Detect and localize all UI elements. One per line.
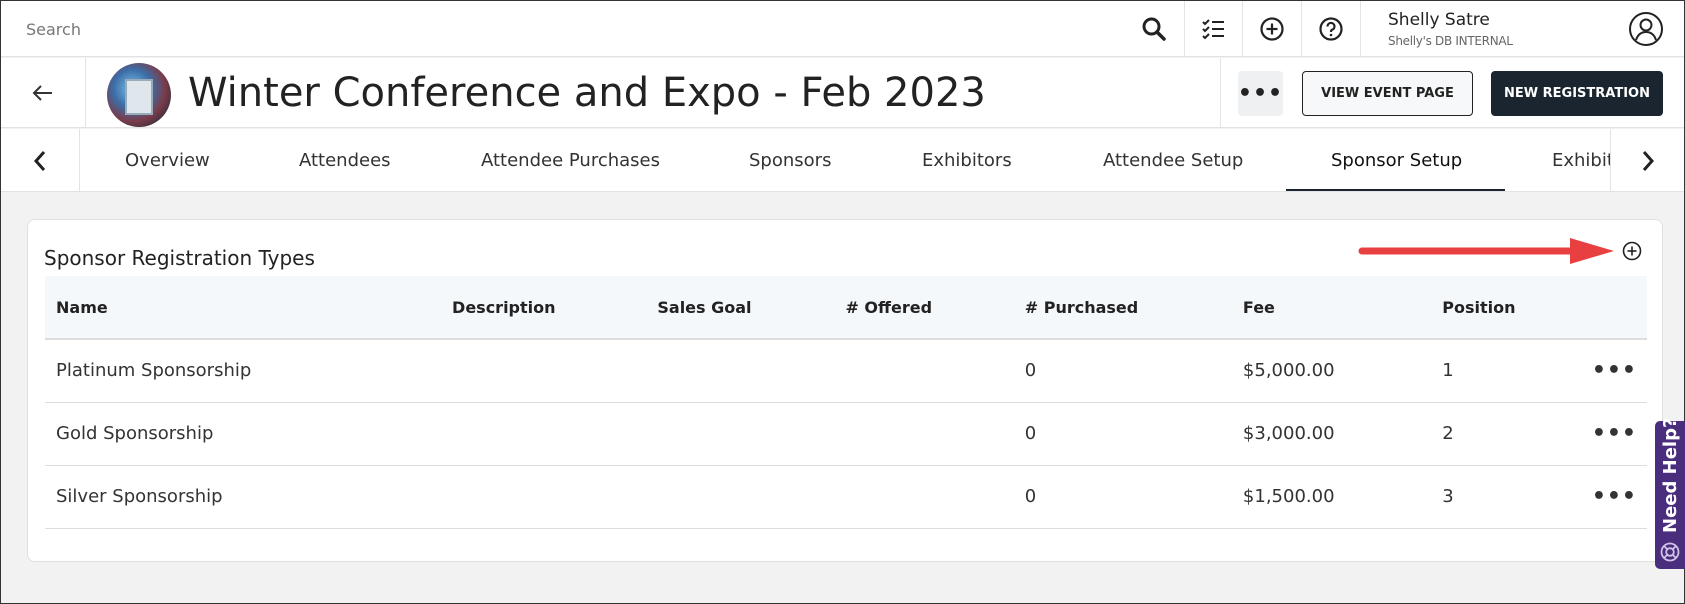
back-button[interactable] [1, 58, 86, 128]
cell-sales-goal [646, 465, 835, 529]
arrow-left-icon [32, 85, 52, 101]
cell-offered [834, 339, 1014, 403]
table-row[interactable]: Platinum Sponsorship 0 $5,000.00 1 ••• [45, 339, 1647, 403]
tab-sponsors[interactable]: Sponsors [749, 150, 831, 171]
tab-overview[interactable]: Overview [125, 150, 210, 171]
lifebuoy-icon [1660, 542, 1680, 562]
user-avatar-icon[interactable] [1628, 11, 1664, 47]
add-circle-icon[interactable] [1256, 13, 1288, 45]
table-row[interactable]: Gold Sponsorship 0 $3,000.00 2 ••• [45, 402, 1647, 466]
column-header-position[interactable]: Position [1431, 276, 1581, 340]
row-more-options-button[interactable]: ••• [1580, 339, 1647, 403]
cell-name[interactable]: Gold Sponsorship [45, 402, 442, 466]
cell-description [441, 465, 647, 529]
tab-bar: Overview Attendees Attendee Purchases Sp… [1, 129, 1684, 192]
cell-purchased: 0 [1013, 402, 1232, 466]
table-row[interactable]: Silver Sponsorship 0 $1,500.00 3 ••• [45, 465, 1647, 529]
help-icon[interactable] [1315, 13, 1347, 45]
column-header-name[interactable]: Name [45, 276, 442, 340]
active-tab-indicator [1286, 189, 1505, 191]
cell-name[interactable]: Silver Sponsorship [45, 465, 442, 529]
tab-attendees[interactable]: Attendees [299, 150, 391, 171]
cell-description [441, 402, 647, 466]
tab-attendee-purchases[interactable]: Attendee Purchases [481, 150, 660, 171]
new-registration-button[interactable]: NEW REGISTRATION [1491, 71, 1663, 116]
cell-purchased: 0 [1013, 465, 1232, 529]
checklist-icon[interactable] [1197, 13, 1229, 45]
search-icon[interactable] [1138, 13, 1170, 45]
view-event-page-button[interactable]: VIEW EVENT PAGE [1302, 71, 1473, 116]
tab-exhibit[interactable]: Exhibit [1552, 150, 1610, 171]
cell-offered [834, 402, 1014, 466]
cell-sales-goal [646, 402, 835, 466]
chevron-left-icon [33, 150, 46, 171]
card-title: Sponsor Registration Types [44, 246, 315, 270]
add-registration-type-icon[interactable] [1621, 240, 1643, 262]
cell-position: 2 [1431, 402, 1581, 466]
row-more-options-button[interactable]: ••• [1580, 465, 1647, 529]
event-logo [107, 63, 171, 127]
column-header-actions [1580, 276, 1647, 340]
row-more-options-button[interactable]: ••• [1580, 402, 1647, 466]
cell-description [441, 339, 647, 403]
sponsor-registration-types-card: Sponsor Registration Types Name Descript… [27, 219, 1663, 562]
more-options-button[interactable]: ••• [1238, 71, 1283, 116]
annotation-arrow-icon [1358, 238, 1614, 264]
column-header-sales-goal[interactable]: Sales Goal [646, 276, 835, 340]
cell-fee: $5,000.00 [1231, 339, 1432, 403]
tab-exhibitors[interactable]: Exhibitors [922, 150, 1012, 171]
cell-purchased: 0 [1013, 339, 1232, 403]
need-help-button[interactable]: Need Help? [1655, 417, 1685, 569]
column-header-description[interactable]: Description [441, 276, 647, 340]
chevron-right-icon [1642, 150, 1654, 171]
cell-fee: $1,500.00 [1231, 465, 1432, 529]
cell-fee: $3,000.00 [1231, 402, 1432, 466]
tab-sponsor-setup[interactable]: Sponsor Setup [1331, 150, 1462, 171]
search-input[interactable]: Search [26, 20, 81, 39]
cell-sales-goal [646, 339, 835, 403]
tab-scroll-left-button[interactable] [1, 129, 80, 191]
tab-scroll-right-button[interactable] [1610, 129, 1684, 191]
user-name[interactable]: Shelly Satre [1388, 10, 1490, 30]
cell-position: 3 [1431, 465, 1581, 529]
page-title: Winter Conference and Expo - Feb 2023 [188, 70, 986, 116]
user-org: Shelly's DB INTERNAL [1388, 34, 1513, 48]
registration-types-table: Name Description Sales Goal # Offered # … [45, 276, 1647, 529]
need-help-label: Need Help? [1660, 417, 1681, 533]
cell-name[interactable]: Platinum Sponsorship [45, 339, 442, 403]
column-header-purchased[interactable]: # Purchased [1013, 276, 1232, 340]
top-bar: Search Shelly Satre Shelly's DB INTERNAL [1, 1, 1684, 57]
column-header-fee[interactable]: Fee [1231, 276, 1432, 340]
cell-offered [834, 465, 1014, 529]
event-header: Winter Conference and Expo - Feb 2023 ••… [1, 58, 1684, 128]
column-header-offered[interactable]: # Offered [834, 276, 1014, 340]
tab-attendee-setup[interactable]: Attendee Setup [1103, 150, 1243, 171]
cell-position: 1 [1431, 339, 1581, 403]
table-header-row: Name Description Sales Goal # Offered # … [45, 276, 1647, 340]
